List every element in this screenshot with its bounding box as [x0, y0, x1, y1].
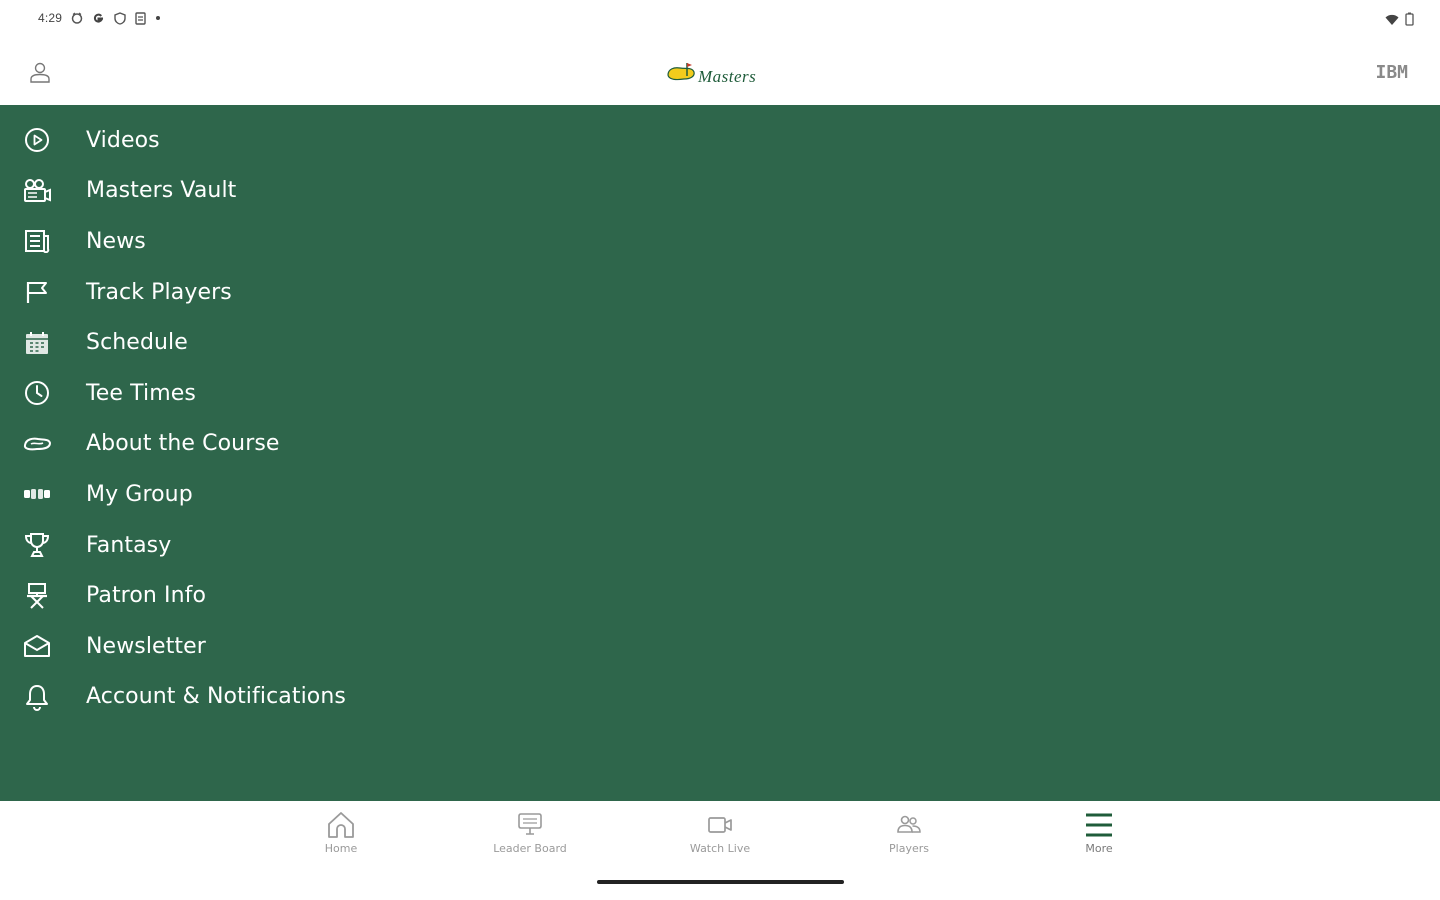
menu-item-patron-info[interactable]: Patron Info [0, 570, 420, 621]
nav-label: Home [324, 842, 358, 855]
menu-item-about-the-course[interactable]: About the Course [0, 419, 420, 470]
logo-text: Masters [698, 67, 757, 86]
alarm-icon [71, 12, 83, 24]
menu-item-videos[interactable]: Videos [0, 115, 420, 166]
menu-item-label: Videos [86, 127, 160, 153]
chair-icon [22, 581, 52, 611]
gesture-home-indicator[interactable] [597, 880, 844, 884]
sim-icon [135, 11, 146, 25]
menu-list: Videos Masters Vault News Track Players … [0, 115, 420, 722]
home-icon [326, 809, 356, 841]
nav-label: Leader Board [493, 842, 567, 855]
bell-icon [22, 682, 52, 712]
app-header: Masters IBM [0, 42, 1440, 105]
menu-item-label: Track Players [86, 279, 232, 305]
user-icon [28, 60, 52, 89]
menu-item-label: Tee Times [86, 380, 196, 406]
envelope-icon [22, 631, 52, 661]
profile-button[interactable] [26, 60, 54, 88]
battery-icon [1405, 12, 1414, 31]
dot-icon [155, 15, 161, 21]
status-bar-right [1385, 12, 1414, 31]
leaderboard-icon [516, 809, 544, 841]
menu-item-label: News [86, 228, 146, 254]
menu-item-account-notifications[interactable]: Account & Notifications [0, 672, 420, 723]
newspaper-icon [22, 226, 52, 256]
nav-leader-board[interactable]: Leader Board [475, 809, 585, 863]
status-bar-left: 4:29 [38, 11, 161, 25]
google-icon [92, 12, 105, 25]
calendar-icon [22, 328, 52, 358]
video-camera-icon [706, 809, 734, 841]
more-menu-panel: Videos Masters Vault News Track Players … [0, 105, 1440, 801]
status-bar: 4:29 [0, 0, 1440, 42]
menu-item-label: My Group [86, 481, 193, 507]
menu-item-news[interactable]: News [0, 216, 420, 267]
augusta-map-icon [666, 59, 696, 90]
group-icon [22, 479, 52, 509]
menu-item-fantasy[interactable]: Fantasy [0, 520, 420, 571]
nav-more[interactable]: More [1044, 809, 1154, 863]
menu-item-label: Masters Vault [86, 178, 237, 204]
masters-logo[interactable]: Masters [666, 58, 776, 90]
status-time: 4:29 [38, 11, 63, 25]
ibm-logo: IBM [1375, 62, 1408, 83]
film-camera-icon [22, 176, 52, 206]
nav-home[interactable]: Home [286, 809, 396, 863]
hamburger-menu-icon [1084, 809, 1114, 841]
menu-item-tee-times[interactable]: Tee Times [0, 368, 420, 419]
players-icon [895, 809, 923, 841]
trophy-icon [22, 530, 52, 560]
menu-item-schedule[interactable]: Schedule [0, 317, 420, 368]
flag-icon [22, 277, 52, 307]
menu-item-my-group[interactable]: My Group [0, 469, 420, 520]
wifi-icon [1385, 13, 1399, 31]
nav-watch-live[interactable]: Watch Live [665, 809, 775, 863]
clock-icon [22, 378, 52, 408]
nav-label: More [1085, 842, 1113, 855]
bottom-navigation: Home Leader Board Watch Live Players Mor… [0, 801, 1440, 900]
menu-item-masters-vault[interactable]: Masters Vault [0, 166, 420, 217]
menu-item-label: Newsletter [86, 633, 206, 659]
nav-label: Players [889, 842, 929, 855]
nav-players[interactable]: Players [854, 809, 964, 863]
menu-item-newsletter[interactable]: Newsletter [0, 621, 420, 672]
play-circle-icon [22, 125, 52, 155]
menu-item-label: Patron Info [86, 583, 207, 609]
menu-item-label: Fantasy [86, 532, 172, 558]
menu-item-label: Account & Notifications [86, 684, 346, 710]
course-icon [22, 429, 52, 459]
menu-item-label: Schedule [86, 330, 188, 356]
nav-label: Watch Live [689, 842, 751, 855]
menu-item-label: About the Course [86, 431, 280, 457]
shield-icon [114, 11, 126, 25]
menu-item-track-players[interactable]: Track Players [0, 267, 420, 318]
